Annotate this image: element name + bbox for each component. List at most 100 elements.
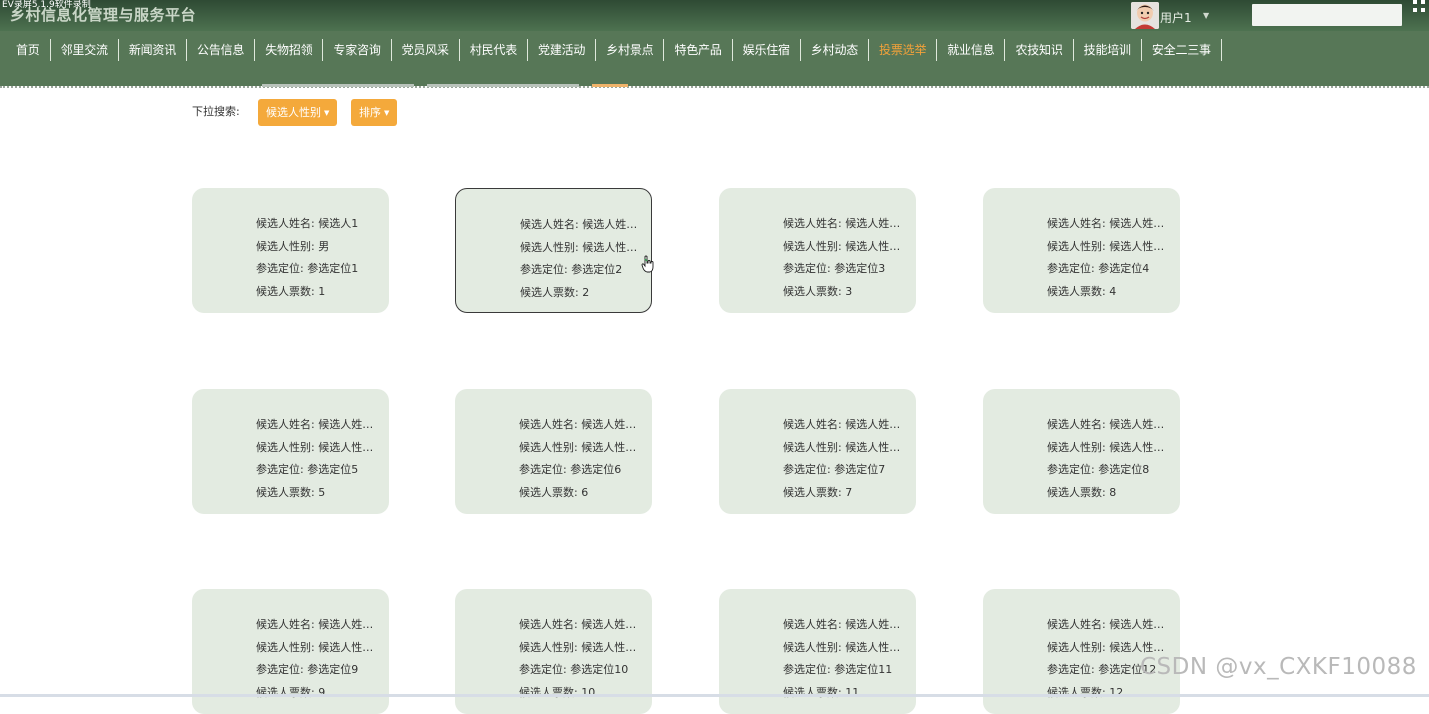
field-value: 参选定位11 [834,663,893,676]
candidate-card[interactable]: 候选人姓名: 候选人姓名7 候选人性别: 候选人性别7 参选定位: 参选定位7 候选人… [719,389,916,514]
candidate-info: 候选人姓名: 候选人姓名6 候选人性别: 候选人性别6 参选定位: 参选定位6 候选人… [519,414,643,504]
nav-item[interactable]: 党员风采 [392,39,460,61]
field-value: 候选人姓名3 [845,217,907,230]
candidate-card[interactable]: 候选人姓名: 候选人姓名2 候选人性别: 候选人性别2 参选定位: 参选定位2 候选人… [455,188,652,313]
sort-button[interactable]: 排序 ▼ [351,99,398,126]
candidate-info: 候选人姓名: 候选人姓名9 候选人性别: 候选人性别9 参选定位: 参选定位9 候选人… [256,614,380,704]
candidate-card[interactable]: 候选人姓名: 候选人姓名6 候选人性别: 候选人性别6 参选定位: 参选定位6 候选人… [455,389,652,514]
candidate-votes: 候选人票数: 9 [256,682,380,705]
candidate-card[interactable]: 候选人姓名: 候选人姓名3 候选人性别: 候选人性别3 参选定位: 参选定位3 候选人… [719,188,916,313]
avatar-icon[interactable] [1131,2,1159,29]
field-value: 候选人姓名4 [1109,217,1171,230]
candidate-gender: 候选人性别: 候选人性别8 [1047,437,1171,460]
nav-item[interactable]: 投票选举 [869,39,938,61]
candidate-name: 候选人姓名: 候选人姓名8 [1047,414,1171,437]
field-label: 候选人性别: [256,239,315,253]
nav-item[interactable]: 公告信息 [187,39,256,61]
candidate-votes: 候选人票数: 3 [783,281,907,304]
field-label: 候选人票数: [1047,485,1106,499]
candidate-position: 参选定位: 参选定位4 [1047,258,1171,281]
field-label: 候选人姓名: [519,618,578,631]
candidate-votes: 候选人票数: 11 [783,682,907,705]
candidate-position: 参选定位: 参选定位7 [783,459,907,482]
nav-item[interactable]: 邻里交流 [51,39,119,61]
candidate-votes: 候选人票数: 4 [1047,281,1171,304]
field-label: 候选人姓名: [1047,418,1106,431]
candidate-name: 候选人姓名: 候选人姓名7 [783,414,907,437]
candidate-info: 候选人姓名: 候选人姓名4 候选人性别: 候选人性别4 参选定位: 参选定位4 候选人… [1047,213,1171,303]
field-value: 候选人性别9 [318,640,380,654]
field-label: 参选定位: [256,663,304,676]
field-label: 候选人姓名: [783,618,842,631]
nav-item[interactable]: 专家咨询 [323,39,392,61]
candidate-info: 候选人姓名: 候选人姓名5 候选人性别: 候选人性别5 参选定位: 参选定位5 候选人… [256,414,380,504]
field-label: 参选定位: [256,463,304,476]
candidate-card[interactable]: 候选人姓名: 候选人姓名4 候选人性别: 候选人性别4 参选定位: 参选定位4 候选人… [983,188,1180,313]
field-value: 候选人性别6 [581,440,643,454]
field-value: 候选人性别12 [1109,640,1171,654]
field-value: 候选人性别2 [582,240,644,254]
slider-strip [427,84,579,87]
field-value: 7 [845,485,853,499]
field-label: 候选人性别: [783,440,842,454]
field-label: 候选人姓名: [256,618,315,631]
chevron-down-icon[interactable]: ▼ [1203,11,1209,20]
field-value: 参选定位5 [307,463,359,476]
field-value: 候选人姓名7 [845,418,907,431]
nav-item[interactable]: 失物招领 [255,39,324,61]
field-label: 参选定位: [519,663,567,676]
candidate-info: 候选人姓名: 候选人姓名10候选人性别: 候选人性别10参选定位: 参选定位10… [519,614,643,704]
nav-item[interactable]: 乡村景点 [596,39,665,61]
candidate-position: 参选定位: 参选定位5 [256,459,380,482]
field-label: 候选人性别: [256,440,315,454]
candidate-gender: 候选人性别: 候选人性别3 [783,236,907,259]
watermark: CSDN @vx_CXKF10088 [1140,654,1417,680]
nav-item[interactable]: 安全二三事 [1142,39,1222,61]
nav-item[interactable]: 特色产品 [664,39,733,61]
field-label: 候选人性别: [783,640,842,654]
nav-item[interactable]: 技能培训 [1074,39,1142,61]
field-value: 男 [318,239,330,253]
candidate-card[interactable]: 候选人姓名: 候选人1 候选人性别: 男参选定位: 参选定位1 候选人票数: 1 [192,188,389,313]
username[interactable]: 用户1 [1160,9,1192,26]
nav-item[interactable]: 就业信息 [937,39,1006,61]
candidate-gender: 候选人性别: 候选人性别6 [519,437,643,460]
candidate-info: 候选人姓名: 候选人姓名8 候选人性别: 候选人性别8 参选定位: 参选定位8 候选人… [1047,414,1171,504]
field-label: 参选定位: [1047,463,1095,476]
field-label: 候选人性别: [520,240,579,254]
candidate-position: 参选定位: 参选定位9 [256,659,380,682]
candidate-card[interactable]: 候选人姓名: 候选人姓名5 候选人性别: 候选人性别5 参选定位: 参选定位5 候选人… [192,389,389,514]
nav-item[interactable]: 村民代表 [460,39,529,61]
field-value: 候选人姓名12 [1109,618,1171,631]
field-label: 参选定位: [520,263,568,276]
nav-item[interactable]: 乡村动态 [801,39,870,61]
field-value: 候选人性别7 [845,440,907,454]
field-label: 候选人姓名: [783,217,842,230]
candidate-gender: 候选人性别: 候选人性别10 [519,637,643,660]
fullscreen-icon[interactable] [1413,0,1429,14]
candidate-gender: 候选人性别: 男 [256,236,380,259]
candidate-position: 参选定位: 参选定位2 [520,259,644,282]
field-label: 候选人票数: [256,284,315,298]
gender-filter-button[interactable]: 候选人性别 ▼ [258,99,338,126]
field-label: 候选人性别: [1047,440,1106,454]
field-value: 候选人姓名9 [318,618,380,631]
field-value: 候选人性别4 [1109,239,1171,253]
nav-item[interactable]: 党建活动 [528,39,597,61]
nav-item[interactable]: 娱乐住宿 [733,39,801,61]
field-label: 候选人姓名: [256,418,315,431]
candidate-votes: 候选人票数: 12 [1047,682,1171,705]
field-value: 候选人性别11 [845,640,907,654]
recorder-label: EV录屏5.1.9软件录制 [2,0,91,10]
candidate-name: 候选人姓名: 候选人姓名4 [1047,213,1171,236]
field-label: 候选人票数: [519,485,578,499]
candidate-card[interactable]: 候选人姓名: 候选人姓名8 候选人性别: 候选人性别8 参选定位: 参选定位8 候选人… [983,389,1180,514]
field-label: 候选人性别: [519,440,578,454]
hand-cursor-icon [641,255,654,273]
field-label: 参选定位: [1047,663,1095,676]
search-input[interactable] [1252,4,1402,26]
field-label: 参选定位: [783,463,831,476]
nav-item[interactable]: 首页 [6,39,51,61]
nav-item[interactable]: 新闻资讯 [119,39,188,61]
nav-item[interactable]: 农技知识 [1005,39,1074,61]
